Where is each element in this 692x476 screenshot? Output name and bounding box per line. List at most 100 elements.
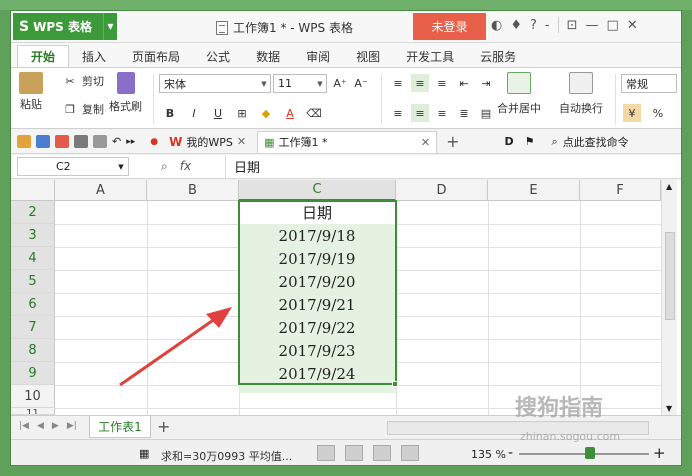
row-header[interactable]: 5 — [11, 270, 55, 293]
normal-view-icon[interactable] — [317, 445, 335, 461]
align-right-icon[interactable]: ≡ — [433, 104, 451, 122]
export-pdf-icon[interactable] — [55, 135, 69, 148]
preview-icon[interactable] — [93, 135, 107, 148]
align-middle-icon[interactable]: ≡ — [411, 74, 429, 92]
zoom-in-button[interactable]: + — [653, 444, 666, 462]
font-name-select[interactable]: 宋体 ▼ — [159, 74, 271, 93]
copy-button[interactable]: ❐ 复制 — [61, 100, 104, 118]
tab-home[interactable]: 开始 — [17, 45, 70, 67]
insert-function-button[interactable]: fx — [180, 159, 191, 174]
column-header-c[interactable]: C — [239, 180, 396, 201]
font-size-select[interactable]: 11 ▼ — [273, 74, 327, 93]
zoom-slider-knob[interactable] — [585, 447, 595, 459]
page-layout-view-icon[interactable] — [373, 445, 391, 461]
status-summary[interactable]: 求和=30万0993 平均值... — [161, 448, 292, 464]
border-icon[interactable]: ⊞ — [233, 104, 251, 122]
merge-center-button[interactable]: 合并居中 — [497, 72, 541, 116]
row-header[interactable]: 11 — [11, 408, 55, 415]
scroll-down-icon[interactable]: ▼ — [666, 404, 672, 413]
app-menu-button[interactable]: S WPS 表格 ▼ — [13, 13, 117, 40]
tab-cloud[interactable]: 云服务 — [467, 45, 529, 67]
select-all-corner[interactable] — [11, 180, 55, 201]
maximize-icon[interactable]: □ — [607, 18, 619, 33]
bold-button[interactable]: B — [161, 104, 179, 122]
skin-icon[interactable]: ◐ — [491, 18, 502, 33]
number-format-select[interactable]: 常规 — [621, 74, 677, 93]
new-tab-button[interactable]: + — [446, 132, 459, 151]
tab-developer[interactable]: 开发工具 — [393, 45, 467, 67]
underline-button[interactable]: U — [209, 104, 227, 122]
restore-icon[interactable]: ⊡ — [567, 18, 578, 33]
indent-increase-icon[interactable]: ⇥ — [477, 74, 495, 92]
column-header-b[interactable]: B — [147, 180, 239, 201]
tab-my-wps[interactable]: W 我的WPS ✕ — [163, 131, 252, 153]
minimize-icon[interactable]: — — [586, 18, 599, 33]
login-button[interactable]: 未登录 — [413, 13, 486, 40]
print-icon[interactable] — [74, 135, 88, 148]
increase-font-button[interactable]: A⁺ — [331, 74, 349, 92]
column-header-e[interactable]: E — [488, 180, 580, 201]
justify-icon[interactable]: ≣ — [455, 104, 473, 122]
cut-button[interactable]: ✂ 剪切 — [61, 72, 104, 90]
font-color-button[interactable]: A — [281, 104, 299, 122]
vertical-scrollbar[interactable]: ▲ ▼ — [661, 180, 677, 415]
row-header[interactable]: 2 — [11, 201, 55, 224]
add-sheet-button[interactable]: + — [157, 417, 170, 436]
wrap-text-button[interactable]: 自动换行 — [559, 72, 603, 116]
sheet-tab-1[interactable]: 工作表1 — [89, 416, 151, 438]
command-search[interactable]: 点此查找命令 — [563, 134, 629, 150]
column-header-d[interactable]: D — [396, 180, 488, 201]
percent-button[interactable]: % — [649, 104, 667, 122]
first-sheet-icon[interactable]: |◀ — [19, 421, 29, 431]
decrease-font-button[interactable]: A⁻ — [352, 74, 370, 92]
minimize-ribbon-icon[interactable]: - — [545, 18, 550, 33]
close-icon[interactable]: ✕ — [627, 18, 638, 33]
italic-button[interactable]: I — [185, 104, 203, 122]
last-sheet-icon[interactable]: ▶| — [67, 421, 77, 431]
currency-icon[interactable]: ¥ — [623, 104, 641, 122]
open-icon[interactable] — [17, 135, 31, 148]
reading-mode-icon[interactable] — [401, 445, 419, 461]
page-break-view-icon[interactable] — [345, 445, 363, 461]
zoom-level[interactable]: 135 % — [471, 448, 506, 461]
align-bottom-icon[interactable]: ≡ — [433, 74, 451, 92]
spreadsheet-grid[interactable]: A B C D E F 2 3 4 5 6 7 8 9 10 11 日期 201… — [11, 180, 681, 415]
tab-data[interactable]: 数据 — [243, 45, 293, 67]
pin-icon[interactable]: ● — [150, 137, 158, 147]
tab-page-layout[interactable]: 页面布局 — [119, 45, 193, 67]
d-icon[interactable]: D — [505, 135, 514, 148]
tab-workbook[interactable]: ▦ 工作簿1 * ✕ — [257, 130, 438, 153]
tab-formulas[interactable]: 公式 — [193, 45, 243, 67]
more-icon[interactable]: ▸▸ — [126, 137, 135, 147]
format-painter-button[interactable]: 格式刷 — [109, 72, 142, 114]
tab-view[interactable]: 视图 — [343, 45, 393, 67]
clear-format-icon[interactable]: ⌫ — [305, 104, 323, 122]
row-header[interactable]: 4 — [11, 247, 55, 270]
paste-button[interactable]: 粘贴 — [19, 72, 43, 112]
row-header[interactable]: 8 — [11, 339, 55, 362]
name-box[interactable]: C2 ▼ — [17, 157, 129, 176]
close-tab-icon[interactable]: ✕ — [237, 135, 246, 148]
shirt-icon[interactable]: ♦ — [510, 18, 522, 33]
prev-sheet-icon[interactable]: ◀ — [37, 421, 44, 431]
scroll-up-icon[interactable]: ▲ — [666, 182, 672, 191]
row-header[interactable]: 9 — [11, 362, 55, 385]
align-center-icon[interactable]: ≡ — [411, 104, 429, 122]
column-header-f[interactable]: F — [580, 180, 661, 201]
align-left-icon[interactable]: ≡ — [389, 104, 407, 122]
tab-insert[interactable]: 插入 — [69, 45, 119, 67]
formula-input[interactable]: 日期 — [225, 155, 677, 178]
vertical-scroll-thumb[interactable] — [665, 232, 675, 320]
undo-icon[interactable]: ↶ — [112, 135, 121, 148]
fill-color-icon[interactable]: ◆ — [257, 104, 275, 122]
align-top-icon[interactable]: ≡ — [389, 74, 407, 92]
row-header[interactable]: 6 — [11, 293, 55, 316]
fill-handle[interactable] — [392, 381, 398, 387]
zoom-out-button[interactable]: - — [508, 445, 513, 461]
close-tab-icon[interactable]: ✕ — [421, 136, 430, 149]
chevron-down-icon[interactable]: ▼ — [103, 13, 117, 40]
row-header[interactable]: 3 — [11, 224, 55, 247]
row-header[interactable]: 7 — [11, 316, 55, 339]
row-header[interactable]: 10 — [11, 385, 55, 408]
distribute-icon[interactable]: ▤ — [477, 104, 495, 122]
